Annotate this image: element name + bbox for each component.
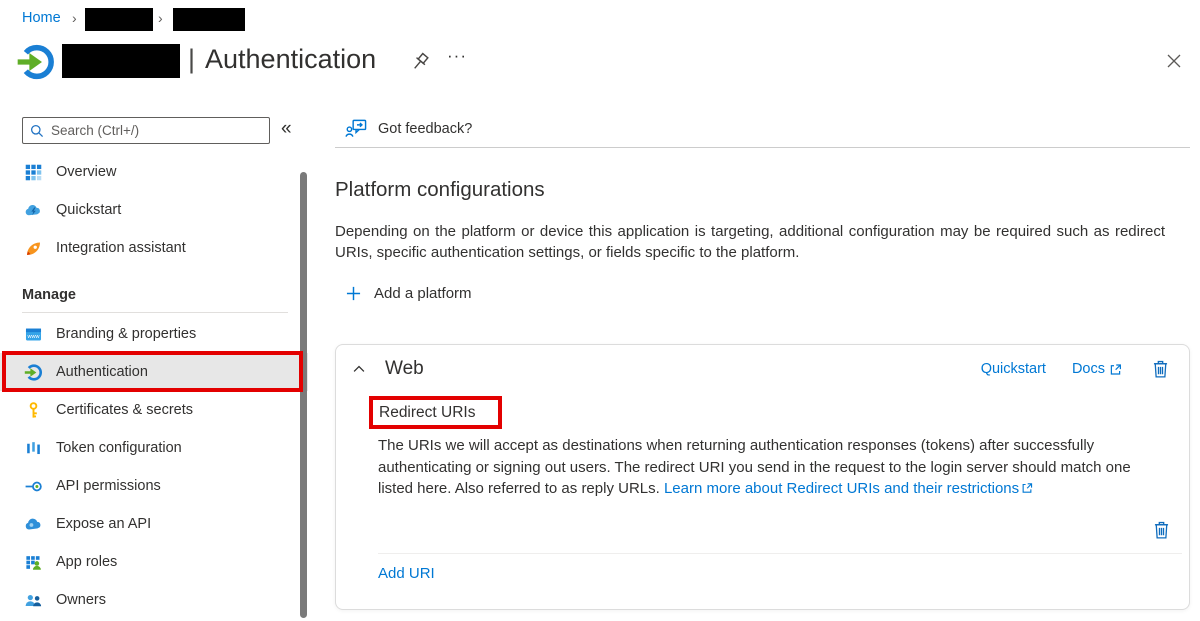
sidebar-item-quickstart[interactable]: Quickstart xyxy=(0,191,308,229)
redirect-uris-heading: Redirect URIs xyxy=(379,404,475,422)
token-bars-icon xyxy=(24,439,43,458)
browser-icon: www xyxy=(24,325,43,344)
external-link-icon xyxy=(1108,362,1123,377)
docs-link-label: Docs xyxy=(1072,361,1105,377)
rocket-icon xyxy=(24,239,43,258)
sidebar-item-label: Quickstart xyxy=(56,202,121,218)
sidebar-manage-heading: Manage xyxy=(22,287,76,303)
sidebar-item-integration-assistant[interactable]: Integration assistant xyxy=(0,229,308,267)
sidebar-item-label: Overview xyxy=(56,164,116,180)
page-title-text: Authentication xyxy=(205,44,376,74)
pin-icon[interactable] xyxy=(409,51,431,73)
sidebar-item-label: Expose an API xyxy=(56,516,151,532)
got-feedback-label: Got feedback? xyxy=(378,121,472,137)
sidebar-item-overview[interactable]: Overview xyxy=(0,153,308,191)
sidebar-item-app-roles[interactable]: App roles xyxy=(0,543,308,581)
sidebar-item-label: Integration assistant xyxy=(56,240,186,256)
content-divider xyxy=(335,147,1190,148)
app-registration-icon xyxy=(16,42,56,82)
authentication-icon xyxy=(24,363,43,382)
breadcrumb-separator: › xyxy=(72,10,77,26)
sidebar-item-expose-an-api[interactable]: Expose an API xyxy=(0,505,308,543)
sidebar-item-label: Owners xyxy=(56,592,106,608)
sidebar-search[interactable] xyxy=(22,117,270,144)
sidebar-item-label: App roles xyxy=(56,554,117,570)
breadcrumb-redacted-item[interactable] xyxy=(173,8,245,31)
sidebar-collapse-icon[interactable]: « xyxy=(281,118,292,140)
breadcrumb-redacted-item[interactable] xyxy=(85,8,153,31)
sidebar-item-label: Certificates & secrets xyxy=(56,402,193,418)
redirect-uris-description: The URIs we will accept as destinations … xyxy=(378,435,1150,500)
quickstart-cloud-icon xyxy=(24,201,43,220)
svg-text:www: www xyxy=(27,334,41,340)
sidebar-item-label: Token configuration xyxy=(56,440,182,456)
plus-icon xyxy=(345,285,362,302)
sidebar-item-api-permissions[interactable]: API permissions xyxy=(0,467,308,505)
api-permissions-icon xyxy=(24,477,43,496)
app-name-redacted xyxy=(62,44,180,78)
web-card-header: Web Quickstart Docs xyxy=(336,345,1189,393)
got-feedback-button[interactable]: Got feedback? xyxy=(345,118,472,139)
web-card-title: Web xyxy=(385,358,981,380)
expose-api-cloud-icon xyxy=(24,515,43,534)
learn-more-link[interactable]: Learn more about Redirect URIs and their… xyxy=(664,480,1019,497)
overview-grid-icon xyxy=(24,163,43,182)
platform-configurations-description: Depending on the platform or device this… xyxy=(335,221,1165,263)
external-link-icon xyxy=(1020,480,1034,494)
sidebar-item-owners[interactable]: Owners xyxy=(0,581,308,619)
owners-icon xyxy=(24,591,43,610)
uri-list-divider xyxy=(378,553,1182,554)
sidebar-item-token-configuration[interactable]: Token configuration xyxy=(0,429,308,467)
page-title: | Authentication xyxy=(188,44,376,75)
app-roles-icon xyxy=(24,553,43,572)
sidebar-item-label: Authentication xyxy=(56,364,148,380)
close-icon[interactable] xyxy=(1162,49,1186,73)
add-a-platform-label: Add a platform xyxy=(374,285,472,302)
key-icon xyxy=(24,401,43,420)
feedback-icon xyxy=(345,118,368,139)
web-platform-card: Web Quickstart Docs xyxy=(335,344,1190,610)
docs-link[interactable]: Docs xyxy=(1072,361,1123,377)
search-icon xyxy=(29,123,45,139)
breadcrumb-separator: › xyxy=(158,10,163,26)
title-separator: | xyxy=(188,44,195,74)
sidebar-divider xyxy=(22,312,288,313)
collapse-chevron-up-icon[interactable] xyxy=(350,360,368,378)
quickstart-link[interactable]: Quickstart xyxy=(981,361,1046,377)
delete-uri-trash-icon[interactable] xyxy=(1151,519,1172,541)
search-input[interactable] xyxy=(51,123,263,138)
more-options-icon[interactable]: ··· xyxy=(447,46,467,66)
sidebar-scrollbar[interactable] xyxy=(300,172,307,618)
add-uri-link[interactable]: Add URI xyxy=(378,565,435,582)
annotation-box-redirect-uris: Redirect URIs xyxy=(369,396,502,429)
sidebar-item-certificates-secrets[interactable]: Certificates & secrets xyxy=(0,391,308,429)
platform-configurations-title: Platform configurations xyxy=(335,178,545,202)
sidebar-item-branding-properties[interactable]: www Branding & properties xyxy=(0,315,308,353)
add-a-platform-button[interactable]: Add a platform xyxy=(345,285,472,302)
sidebar-item-label: API permissions xyxy=(56,478,161,494)
breadcrumb-home-link[interactable]: Home xyxy=(22,10,61,26)
delete-platform-trash-icon[interactable] xyxy=(1150,358,1171,380)
sidebar-item-authentication[interactable]: Authentication xyxy=(0,353,308,391)
sidebar-item-label: Branding & properties xyxy=(56,326,196,342)
